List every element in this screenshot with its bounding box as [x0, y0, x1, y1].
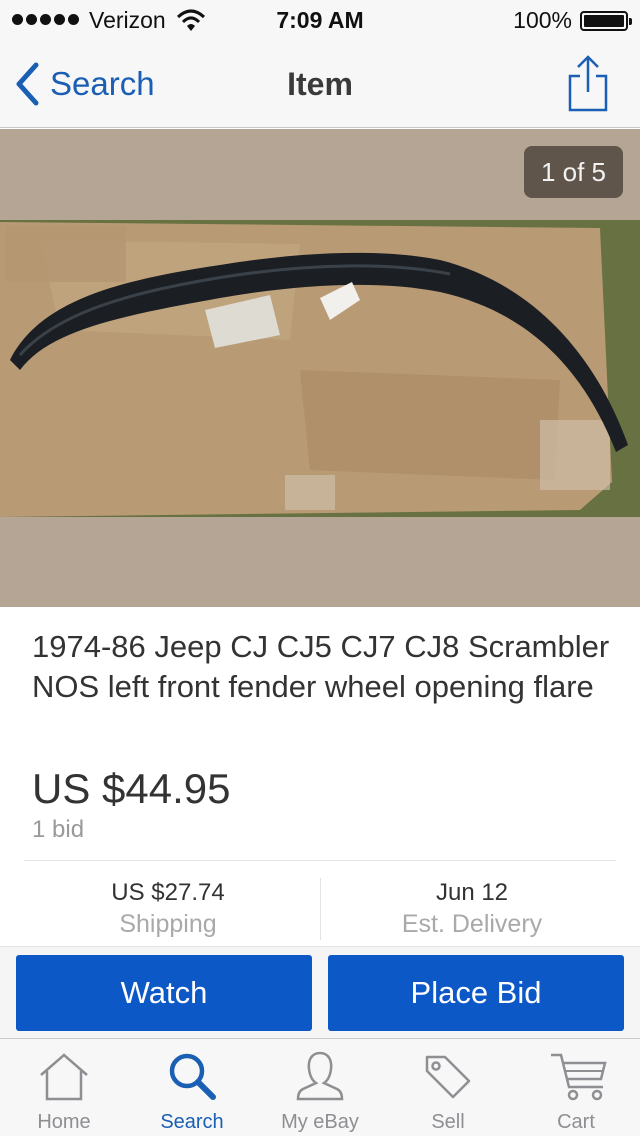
tab-label: My eBay: [281, 1111, 359, 1133]
tab-sell[interactable]: Sell: [384, 1039, 512, 1136]
home-icon: [40, 1053, 88, 1101]
item-title: 1974-86 Jeep CJ CJ5 CJ7 CJ8 Scrambler NO…: [32, 629, 610, 704]
navigation-bar: Search Item: [0, 40, 640, 128]
battery-icon: [580, 11, 632, 31]
tab-my-ebay[interactable]: My eBay: [256, 1039, 384, 1136]
cart-icon: [551, 1053, 607, 1101]
delivery-label: Est. Delivery: [401, 910, 543, 938]
tag-icon: [425, 1055, 471, 1099]
bid-count: 1 bid: [32, 816, 85, 843]
divider: [24, 860, 616, 861]
tab-label: Search: [160, 1111, 224, 1133]
tab-cart[interactable]: Cart: [512, 1039, 640, 1136]
tab-label: Cart: [557, 1111, 595, 1133]
photo-gallery[interactable]: 1 of 5: [0, 129, 640, 607]
delivery-info: Jun 12 Est. Delivery: [312, 878, 632, 940]
tab-bar: Home Search My eBay Sell Cart: [0, 1038, 640, 1136]
tab-home[interactable]: Home: [0, 1039, 128, 1136]
delivery-date: Jun 12: [435, 879, 509, 906]
shipping-info: US $27.74 Shipping: [8, 878, 328, 940]
item-price: US $44.95: [32, 765, 231, 812]
tab-search[interactable]: Search: [128, 1039, 256, 1136]
watch-button[interactable]: Watch: [16, 955, 312, 1031]
place-bid-button[interactable]: Place Bid: [328, 955, 624, 1031]
photo-counter: 1 of 5: [524, 146, 623, 198]
share-icon[interactable]: [566, 54, 610, 112]
person-icon: [296, 1051, 344, 1101]
shipping-label: Shipping: [119, 910, 217, 938]
search-icon: [169, 1053, 216, 1100]
status-bar: Verizon 7:09 AM 100%: [0, 0, 640, 40]
tab-label: Home: [37, 1111, 91, 1133]
battery-percent: 100%: [513, 7, 572, 33]
tab-label: Sell: [431, 1111, 465, 1133]
page-title: Item: [287, 66, 353, 102]
shipping-cost: US $27.74: [111, 879, 225, 906]
action-bar: Watch Place Bid: [0, 946, 640, 1038]
item-photo: [0, 220, 640, 517]
